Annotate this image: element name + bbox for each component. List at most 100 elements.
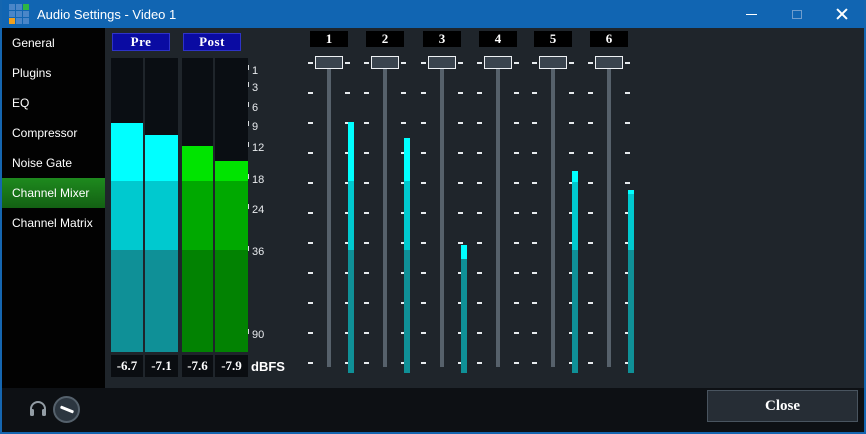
- slider-tick: [514, 152, 519, 154]
- channel-label-6: 6: [590, 31, 628, 47]
- meter-value: -7.1: [145, 355, 178, 377]
- monitor-volume-knob[interactable]: [53, 396, 80, 423]
- app-icon-square: [16, 4, 22, 10]
- app-icon-square: [16, 18, 22, 24]
- slider-tick: [514, 332, 519, 334]
- app-icon-square: [9, 18, 15, 24]
- slider-tick: [532, 272, 537, 274]
- slider-tick: [588, 212, 593, 214]
- channel-slider-track[interactable]: [496, 68, 500, 367]
- app-icon-square: [23, 18, 29, 24]
- slider-tick: [477, 302, 482, 304]
- app-icon-square: [9, 11, 15, 17]
- app-icon-square: [9, 4, 15, 10]
- slider-tick: [477, 242, 482, 244]
- channel-slider-handle[interactable]: [484, 56, 512, 69]
- db-scale-label: 1: [247, 65, 258, 77]
- meter-bar-segment: [145, 250, 178, 352]
- slider-tick: [401, 92, 406, 94]
- channel-slider-handle[interactable]: [428, 56, 456, 69]
- meter-bar-segment: [404, 138, 410, 181]
- minimize-button[interactable]: [729, 0, 774, 28]
- slider-tick: [308, 302, 313, 304]
- sidebar-item-noise-gate[interactable]: Noise Gate: [2, 148, 105, 178]
- meter-bar-segment: [182, 250, 213, 352]
- db-scale-label: 18: [247, 174, 264, 186]
- channel-slider-handle[interactable]: [371, 56, 399, 69]
- slider-tick: [308, 152, 313, 154]
- sidebar-item-channel-mixer[interactable]: Channel Mixer: [2, 178, 105, 208]
- meter-bar-segment: [348, 122, 354, 181]
- slider-tick: [308, 332, 313, 334]
- slider-tick: [588, 182, 593, 184]
- slider-tick: [458, 182, 463, 184]
- maximize-icon: [792, 10, 802, 19]
- slider-tick: [625, 62, 630, 64]
- slider-tick: [401, 62, 406, 64]
- sidebar: GeneralPluginsEQCompressorNoise GateChan…: [2, 28, 105, 388]
- slider-tick: [625, 122, 630, 124]
- slider-tick: [421, 212, 426, 214]
- db-scale-label: 6: [247, 102, 258, 114]
- slider-tick: [532, 362, 537, 364]
- channel-slider-handle[interactable]: [539, 56, 567, 69]
- slider-tick: [421, 92, 426, 94]
- channel-peak-meter: [461, 245, 467, 373]
- slider-tick: [308, 62, 313, 64]
- slider-tick: [477, 152, 482, 154]
- meter-group-label-post: Post: [183, 33, 241, 51]
- slider-tick: [514, 62, 519, 64]
- slider-tick: [514, 212, 519, 214]
- slider-tick: [532, 92, 537, 94]
- channel-label-5: 5: [534, 31, 572, 47]
- slider-tick: [569, 122, 574, 124]
- channel-slider-track[interactable]: [327, 68, 331, 367]
- slider-tick: [458, 122, 463, 124]
- channel-slider-track[interactable]: [440, 68, 444, 367]
- meter-bar-segment: [348, 250, 354, 373]
- slider-tick: [421, 242, 426, 244]
- slider-tick: [588, 152, 593, 154]
- sidebar-item-channel-matrix[interactable]: Channel Matrix: [2, 208, 105, 238]
- channel-slider-track[interactable]: [551, 68, 555, 367]
- close-button[interactable]: Close: [707, 390, 858, 422]
- slider-tick: [345, 92, 350, 94]
- channel-label-2: 2: [366, 31, 404, 47]
- headphones-icon[interactable]: [28, 400, 48, 417]
- channel-slider-handle[interactable]: [315, 56, 343, 69]
- app-icon-square: [23, 4, 29, 10]
- slider-tick: [308, 272, 313, 274]
- slider-tick: [477, 182, 482, 184]
- meter-bar-segment: [215, 161, 248, 181]
- channel-slider-track[interactable]: [383, 68, 387, 367]
- db-scale-label: 24: [247, 204, 264, 216]
- meter-bar-segment: [572, 182, 578, 250]
- slider-tick: [421, 272, 426, 274]
- slider-tick: [458, 152, 463, 154]
- slider-tick: [345, 62, 350, 64]
- slider-tick: [477, 212, 482, 214]
- close-window-button[interactable]: [819, 0, 864, 28]
- sidebar-item-plugins[interactable]: Plugins: [2, 58, 105, 88]
- slider-tick: [588, 242, 593, 244]
- channel-label-1: 1: [310, 31, 348, 47]
- meter-bar-segment: [111, 181, 143, 250]
- slider-tick: [458, 62, 463, 64]
- slider-tick: [625, 182, 630, 184]
- channel-slider-track[interactable]: [607, 68, 611, 367]
- titlebar[interactable]: Audio Settings - Video 1: [2, 0, 864, 28]
- slider-tick: [588, 332, 593, 334]
- slider-tick: [477, 272, 482, 274]
- minimize-icon: [746, 14, 757, 15]
- audio-settings-window: Audio Settings - Video 1 GeneralPluginsE…: [0, 0, 866, 434]
- channel-slider-handle[interactable]: [595, 56, 623, 69]
- window-controls: [729, 0, 864, 28]
- meter-value: -6.7: [111, 355, 143, 377]
- sidebar-item-general[interactable]: General: [2, 28, 105, 58]
- db-scale-label: 36: [247, 246, 264, 258]
- slider-tick: [364, 302, 369, 304]
- sidebar-item-eq[interactable]: EQ: [2, 88, 105, 118]
- knob-pointer-icon: [60, 405, 74, 413]
- slider-tick: [421, 332, 426, 334]
- sidebar-item-compressor[interactable]: Compressor: [2, 118, 105, 148]
